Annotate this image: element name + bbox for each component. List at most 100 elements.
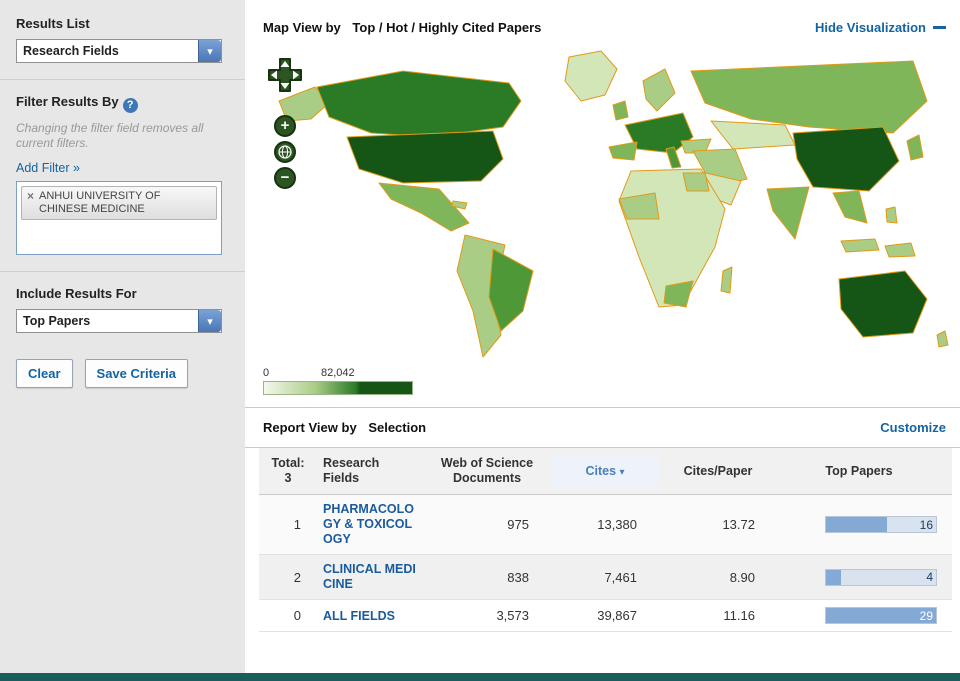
results-list-dropdown[interactable]: Research Fields ▾ <box>16 39 222 63</box>
filter-results-label: Filter Results By <box>16 94 119 109</box>
add-filter-link[interactable]: Add Filter » <box>16 161 80 175</box>
row-cites: 13,380 <box>597 517 637 532</box>
row-rank: 1 <box>293 517 301 532</box>
include-results-dropdown[interactable]: Top Papers ▾ <box>16 309 222 334</box>
research-field-link[interactable]: CLINICAL MEDICINE <box>323 562 417 592</box>
map-region <box>766 186 810 240</box>
map-view-title: Map View by Top / Hot / Highly Cited Pap… <box>263 20 541 35</box>
column-header-top-papers: Top Papers <box>825 463 893 478</box>
table-row: 1 PHARMACOLOGY & TOXICOLOGY 975 13,380 1… <box>259 495 952 555</box>
results-list-selected-value: Research Fields <box>23 44 119 58</box>
row-cites: 39,867 <box>597 608 637 623</box>
row-field-cell: CLINICAL MEDICINE <box>317 555 423 599</box>
zoom-in-button[interactable]: + <box>274 115 296 137</box>
row-rank: 0 <box>293 608 301 623</box>
map-controls: + − <box>267 57 303 189</box>
map-region <box>346 130 504 184</box>
filter-tag-label: ANHUI UNIVERSITY OF CHINESE MEDICINE <box>39 190 161 216</box>
page-footer-bar <box>0 673 960 681</box>
row-cites-per-paper: 13.72 <box>722 517 755 532</box>
filter-tag[interactable]: × ANHUI UNIVERSITY OF CHINESE MEDICINE <box>21 186 217 221</box>
total-value: 3 <box>284 471 292 485</box>
top-papers-bar: 29 <box>825 607 937 624</box>
hide-visualization-label: Hide Visualization <box>814 20 926 35</box>
sidebar-divider <box>0 79 245 80</box>
row-cites-per-paper: 11.16 <box>723 608 755 623</box>
research-field-link[interactable]: PHARMACOLOGY & TOXICOLOGY <box>323 502 417 547</box>
legend-gradient-bar <box>263 381 413 395</box>
row-docs: 838 <box>507 569 529 585</box>
map-region <box>710 120 796 150</box>
legend-min-value: 0 <box>263 367 270 379</box>
map-region <box>792 126 900 192</box>
world-map-container: + − <box>253 43 960 361</box>
filter-sidebar: Results List Research Fields ▾ Filter Re… <box>0 0 245 673</box>
report-title-prefix: Report View by <box>263 420 357 435</box>
row-cites: 7,461 <box>604 569 637 585</box>
map-region <box>832 190 868 224</box>
map-region <box>936 330 949 348</box>
map-region <box>906 134 924 161</box>
report-title-main: Selection <box>368 420 427 435</box>
filter-values-box[interactable]: × ANHUI UNIVERSITY OF CHINESE MEDICINE <box>16 181 222 256</box>
total-count-header: Total: 3 <box>259 448 317 494</box>
cites-header-label: Cites <box>585 463 617 478</box>
map-title-main: Top / Hot / Highly Cited Papers <box>352 20 542 35</box>
map-region <box>612 100 629 121</box>
row-docs: 975 <box>507 517 529 532</box>
clear-button[interactable]: Clear <box>16 359 73 389</box>
row-docs: 3,573 <box>496 608 529 623</box>
help-icon[interactable]: ? <box>122 98 138 113</box>
column-header-research-fields: Research Fields <box>323 456 380 485</box>
map-region <box>642 68 676 112</box>
column-header-cites-per-paper: Cites/Paper <box>683 463 753 478</box>
world-map-visualization[interactable] <box>253 43 953 361</box>
row-rank: 2 <box>293 569 301 585</box>
chevron-down-icon[interactable]: ▾ <box>198 310 221 333</box>
include-results-selected-value: Top Papers <box>23 314 91 329</box>
results-list-heading: Results List <box>16 16 90 31</box>
main-content: Map View by Top / Hot / Highly Cited Pap… <box>245 0 960 673</box>
collapse-icon[interactable] <box>933 26 946 29</box>
save-criteria-button[interactable]: Save Criteria <box>84 359 189 389</box>
top-papers-bar: 16 <box>825 516 937 533</box>
globe-reset-button[interactable] <box>274 141 296 163</box>
map-view-header: Map View by Top / Hot / Highly Cited Pap… <box>245 0 960 43</box>
remove-tag-icon[interactable]: × <box>27 190 34 203</box>
report-view-title: Report View by Selection <box>263 420 426 435</box>
map-region <box>885 206 898 224</box>
legend-max-value: 82,042 <box>321 367 355 379</box>
row-top-papers-cell: 16 <box>777 509 941 540</box>
total-label: Total: <box>271 456 305 470</box>
table-row: 0 ALL FIELDS 3,573 39,867 11.16 29 <box>259 600 952 632</box>
hide-visualization-link[interactable]: Hide Visualization <box>815 20 946 35</box>
map-region <box>682 172 710 192</box>
table-row: 2 CLINICAL MEDICINE 838 7,461 8.90 4 <box>259 555 952 600</box>
pan-control[interactable] <box>267 57 303 93</box>
column-header-wos-documents: Web of Science Documents <box>440 456 534 485</box>
sort-descending-icon: ▾ <box>619 466 625 478</box>
table-header-row: Total: 3 Research Fields Web of Science … <box>259 448 952 495</box>
map-region <box>884 242 916 258</box>
column-header-cites[interactable]: Cites ▾ <box>551 455 659 487</box>
map-region <box>840 238 880 253</box>
row-cites-per-paper: 8.90 <box>729 569 755 585</box>
map-title-prefix: Map View by <box>263 20 341 35</box>
filter-note-text: Changing the filter field removes all cu… <box>16 121 204 150</box>
research-field-link[interactable]: ALL FIELDS <box>323 609 395 624</box>
customize-link[interactable]: Customize <box>880 420 946 435</box>
chevron-down-icon[interactable]: ▾ <box>198 40 221 62</box>
row-field-cell: ALL FIELDS <box>317 601 423 631</box>
top-papers-value: 4 <box>926 570 933 584</box>
zoom-controls: + − <box>274 115 296 189</box>
filter-text-input[interactable] <box>21 224 217 251</box>
esi-application: Results List Research Fields ▾ Filter Re… <box>0 0 960 681</box>
row-top-papers-cell: 4 <box>777 562 941 593</box>
filter-results-heading: Filter Results By? <box>16 94 229 113</box>
report-view-header: Report View by Selection Customize <box>245 407 960 448</box>
map-region <box>720 266 733 294</box>
map-color-legend: 0 82,042 <box>263 367 413 395</box>
top-papers-value: 29 <box>919 608 933 623</box>
map-region <box>316 70 522 138</box>
zoom-out-button[interactable]: − <box>274 167 296 189</box>
